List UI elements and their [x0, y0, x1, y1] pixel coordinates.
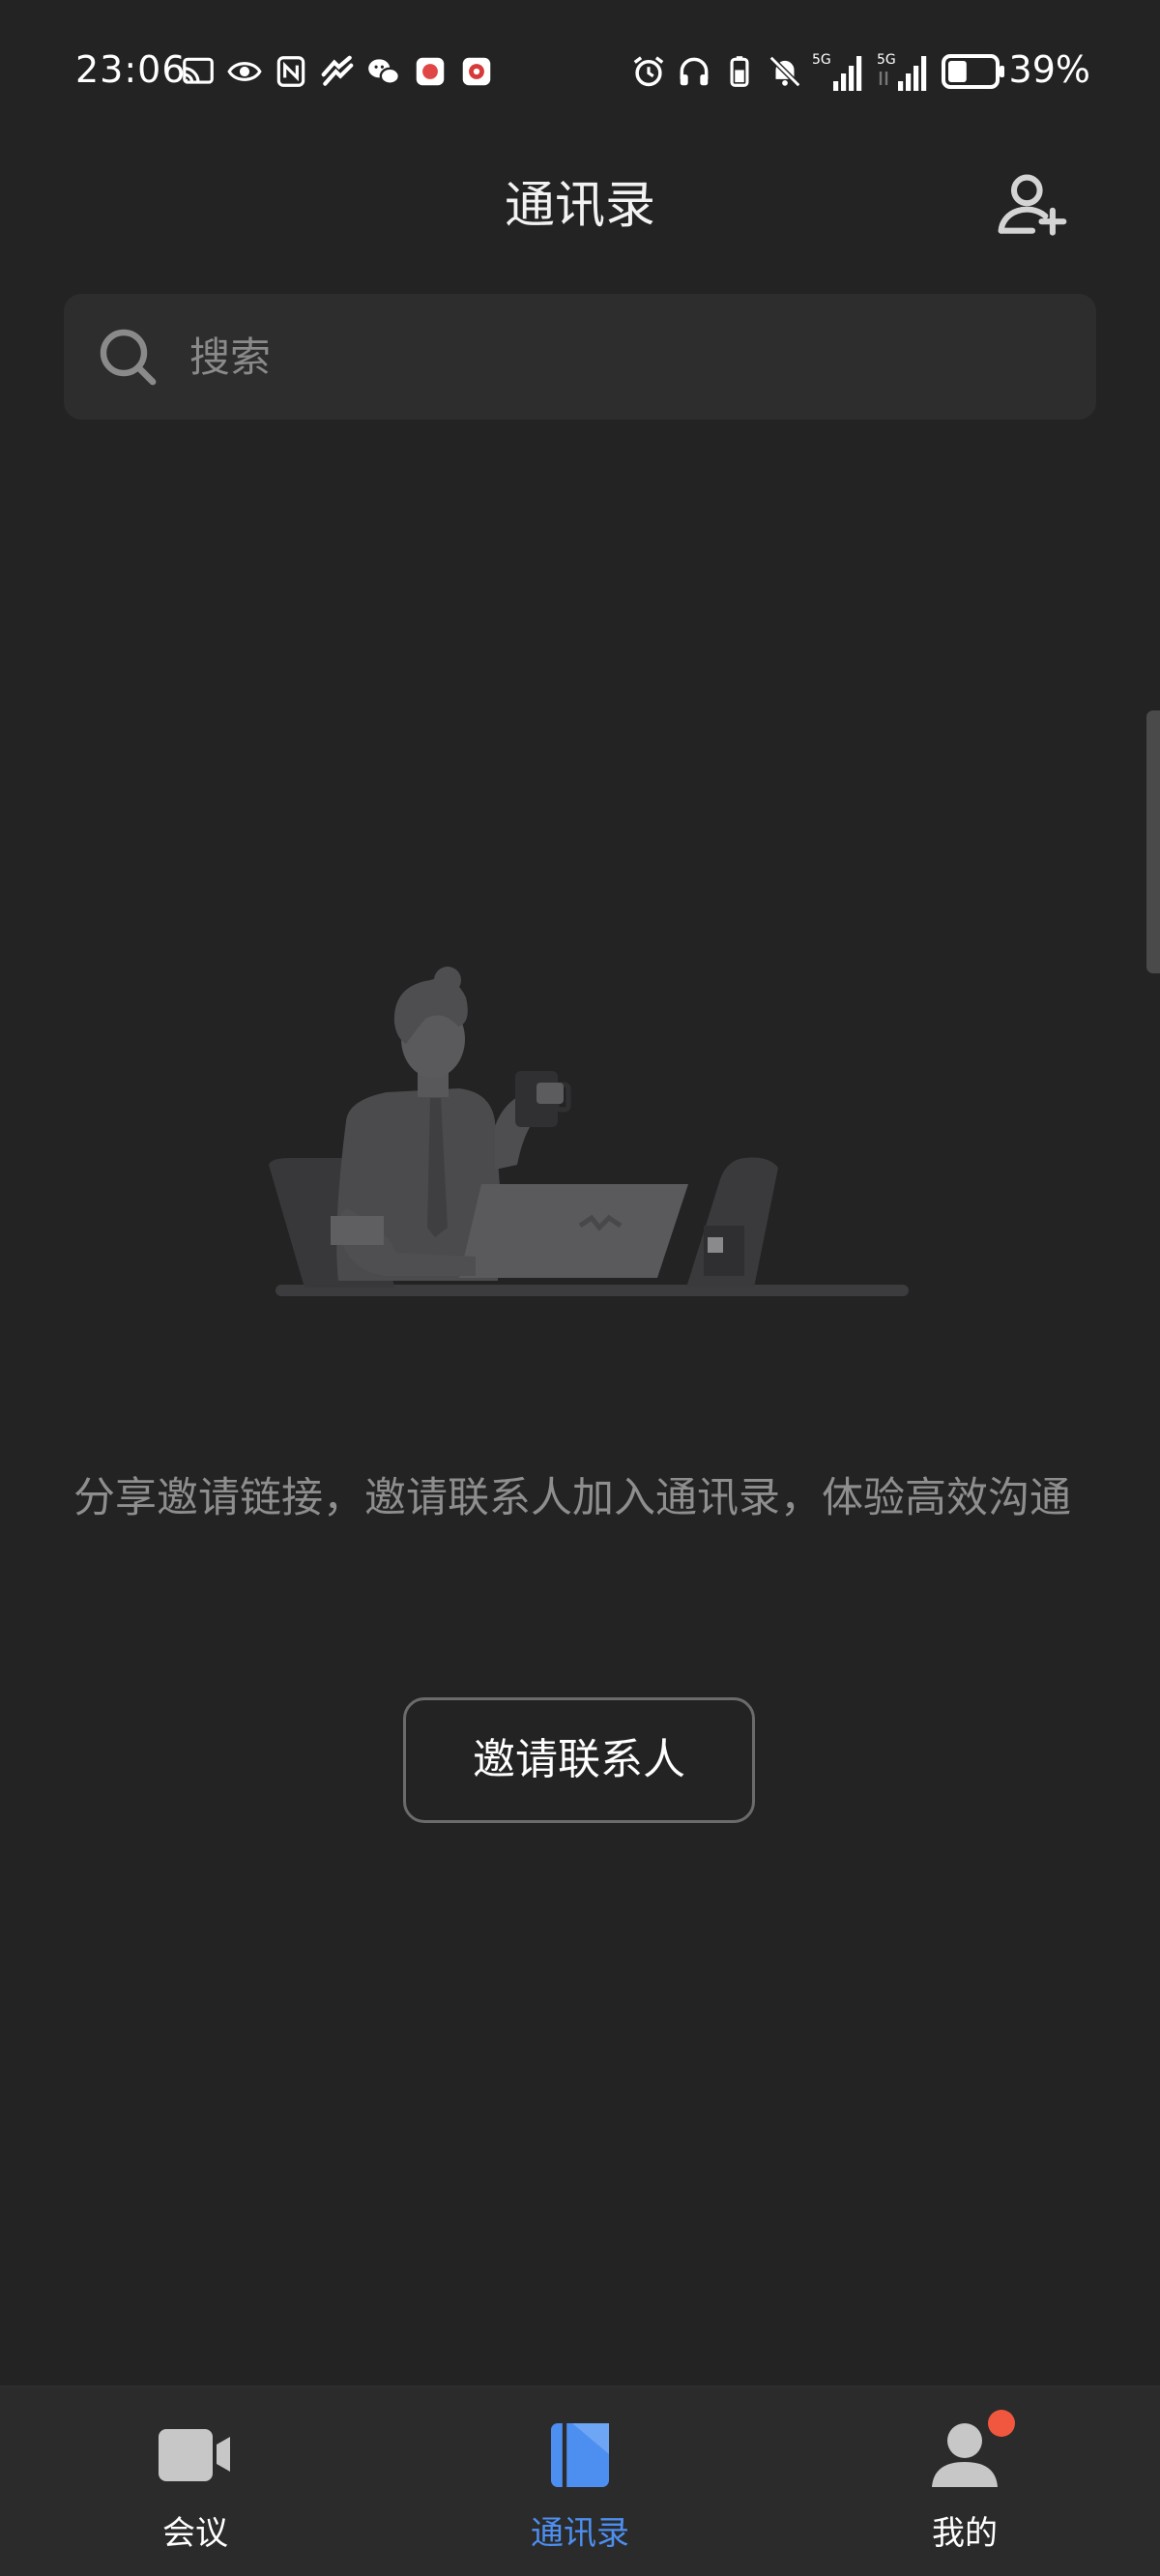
- battery-percentage: 39%: [1008, 48, 1090, 91]
- notification-badge: [988, 2410, 1015, 2437]
- video-camera-icon: [159, 2429, 230, 2481]
- status-bar: 23:06 5G 5G 39%: [0, 0, 1160, 141]
- battery-saver-icon: [730, 56, 749, 87]
- invite-contacts-button[interactable]: 邀请联系人: [403, 1697, 755, 1823]
- headphones-icon: [680, 57, 709, 86]
- search-bar[interactable]: [64, 294, 1096, 420]
- battery-fill: [948, 61, 967, 82]
- battery-icon: [942, 54, 1004, 89]
- tab-profile-label: 我的: [932, 2514, 998, 2553]
- page-title: 通讯录: [504, 177, 655, 235]
- signal-icon: 5G: [812, 52, 862, 91]
- tab-profile[interactable]: 我的: [839, 2387, 1090, 2576]
- search-icon: [100, 329, 157, 386]
- status-left-icons: [180, 50, 495, 93]
- alarm-icon: [633, 56, 664, 87]
- contacts-book-icon: [551, 2423, 609, 2487]
- app-notification-icon: [416, 57, 445, 86]
- network-type-label: 5G: [877, 52, 896, 68]
- nfc-icon: [276, 56, 305, 87]
- wechat-icon: [368, 59, 401, 85]
- empty-state-message: 分享邀请链接，邀请联系人加入通讯录，体验高效沟通: [73, 1474, 1071, 1522]
- network-type-label: 5G: [812, 52, 831, 68]
- person-at-desk-illustration: [269, 967, 909, 1296]
- tab-meetings[interactable]: 会议: [70, 2387, 321, 2576]
- search-input[interactable]: [189, 323, 1059, 391]
- tab-contacts-label: 通讯录: [531, 2514, 629, 2553]
- tab-meetings-label: 会议: [162, 2514, 228, 2553]
- status-time: 23:06: [75, 48, 187, 91]
- eye-icon: [227, 62, 262, 81]
- bottom-nav: 会议 通讯录 我的: [0, 2386, 1160, 2576]
- signal-icon: 5G: [877, 52, 927, 91]
- screen-cast-icon: [183, 57, 214, 84]
- scrollbar-thumb[interactable]: [1146, 710, 1160, 973]
- tab-contacts[interactable]: 通讯录: [454, 2387, 706, 2576]
- mute-icon: [768, 55, 801, 88]
- app-notification-icon: [462, 57, 491, 86]
- add-contact-icon[interactable]: [996, 170, 1069, 244]
- status-right-icons: 5G 5G: [630, 50, 1005, 93]
- sports-app-icon: [321, 55, 354, 86]
